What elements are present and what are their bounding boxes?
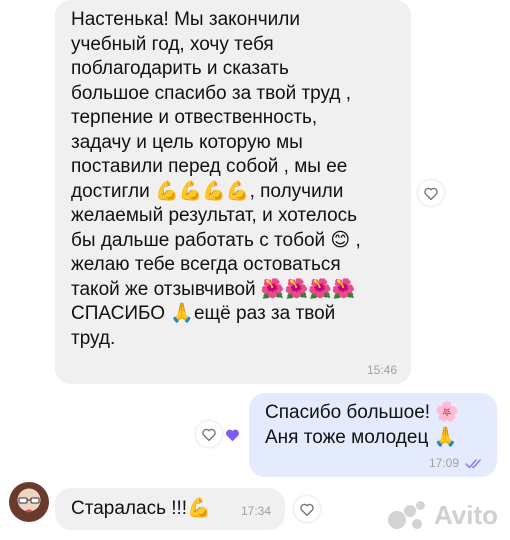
avito-logo-icon bbox=[387, 500, 428, 531]
react-button[interactable] bbox=[294, 496, 320, 522]
message-text: Настенька! Мы закончили учебный год, хоч… bbox=[71, 9, 361, 349]
message-text: Спасибо большое! 🌸 Аня тоже молодец 🙏 bbox=[265, 402, 460, 448]
avito-watermark: Avito bbox=[387, 500, 498, 531]
watermark-text: Avito bbox=[433, 500, 498, 530]
message-text: Старалась !!!💪 bbox=[71, 498, 211, 519]
heart-outline-icon bbox=[424, 187, 438, 200]
incoming-message-bubble[interactable]: Старалась !!!💪 17:34 bbox=[55, 488, 285, 530]
message-time: 15:46 bbox=[366, 363, 397, 377]
message-time: 17:09 bbox=[428, 456, 459, 470]
avatar[interactable] bbox=[9, 482, 49, 522]
avatar-portrait-icon bbox=[18, 497, 40, 513]
react-button[interactable] bbox=[418, 180, 444, 206]
outgoing-message-bubble[interactable]: Спасибо большое! 🌸 Аня тоже молодец 🙏 17… bbox=[249, 393, 497, 477]
purple-heart-icon[interactable] bbox=[225, 428, 240, 442]
heart-outline-icon bbox=[300, 503, 314, 516]
double-check-icon bbox=[465, 459, 481, 469]
message-time: 17:34 bbox=[240, 504, 271, 518]
react-button[interactable] bbox=[196, 421, 222, 447]
incoming-message-bubble[interactable]: Настенька! Мы закончили учебный год, хоч… bbox=[55, 0, 411, 384]
heart-outline-icon bbox=[202, 428, 216, 441]
